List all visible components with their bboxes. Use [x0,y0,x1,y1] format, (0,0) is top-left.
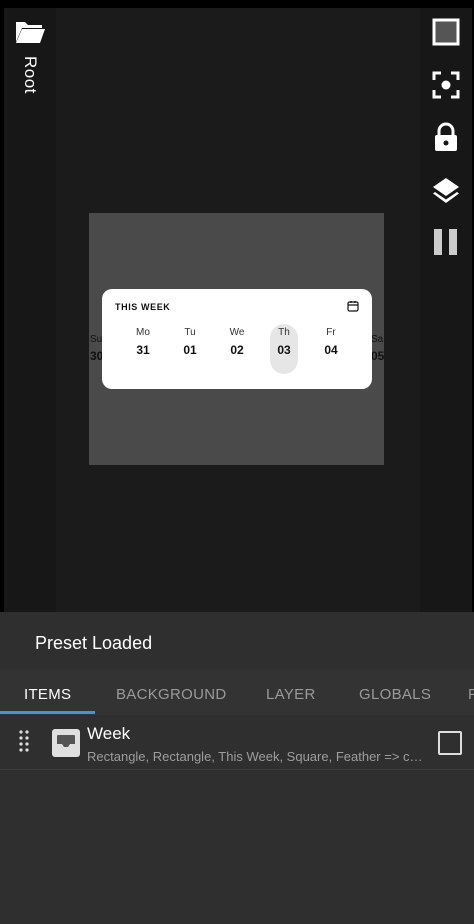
day-date: 01 [183,343,197,357]
left-sidebar: Root [4,8,56,612]
day-name: Th [278,327,290,338]
day-name: Tu [184,327,196,338]
day-date: 02 [230,343,244,357]
day-column: Tu 01 [172,327,208,357]
day-column: Mo 31 [125,327,161,357]
tab-items[interactable]: ITEMS [24,686,71,703]
pause-icon[interactable] [430,226,462,258]
day-column: Fr 04 [313,327,349,357]
day-name: Fr [326,327,336,338]
tab-overflow[interactable]: F [468,686,474,703]
week-card: THIS WEEK Mo 31 Tu 01 We 02 Th 03 Fr 04 [102,289,372,389]
day-date: 03 [277,343,291,357]
day-column: We 02 [219,327,255,357]
status-text: Preset Loaded [35,633,153,653]
bottom-panel: Preset Loaded ITEMS BACKGROUND LAYER GLO… [0,612,474,924]
canvas-area[interactable]: Root Su 30 Sa 05 THIS WEEK Mo 31 Tu 01 W… [4,8,472,612]
calendar-icon [347,299,359,312]
peek-day-right: Sa 05 [371,334,384,363]
day-column-selected: Th 03 [266,324,302,374]
layers-icon[interactable] [430,174,462,206]
active-tab-indicator [0,711,95,714]
list-item[interactable]: Week Rectangle, Rectangle, This Week, Sq… [0,715,474,770]
tab-background[interactable]: BACKGROUND [116,686,227,703]
day-name: Mo [136,327,150,338]
drag-handle-icon[interactable] [18,729,30,755]
square-select-icon[interactable] [430,16,462,48]
item-title: Week [87,724,131,743]
lock-icon[interactable] [430,121,462,153]
day-date: 05 [371,349,385,363]
widget-preview[interactable]: Su 30 Sa 05 THIS WEEK Mo 31 Tu 01 We 02 … [89,213,384,465]
item-subtitle: Rectangle, Rectangle, This Week, Square,… [87,749,427,764]
day-date: 31 [136,343,150,357]
inbox-icon [52,729,80,757]
folder-open-icon[interactable] [14,18,46,46]
tab-globals[interactable]: GLOBALS [359,686,431,703]
focus-frame-icon[interactable] [430,69,462,101]
right-toolbar [420,8,472,612]
tab-layer[interactable]: LAYER [266,686,316,703]
root-label[interactable]: Root [16,56,40,104]
card-title: THIS WEEK [115,302,171,312]
day-name: Sa [371,334,384,345]
item-checkbox[interactable] [438,731,462,755]
day-name: We [229,327,245,338]
day-date: 04 [324,343,338,357]
